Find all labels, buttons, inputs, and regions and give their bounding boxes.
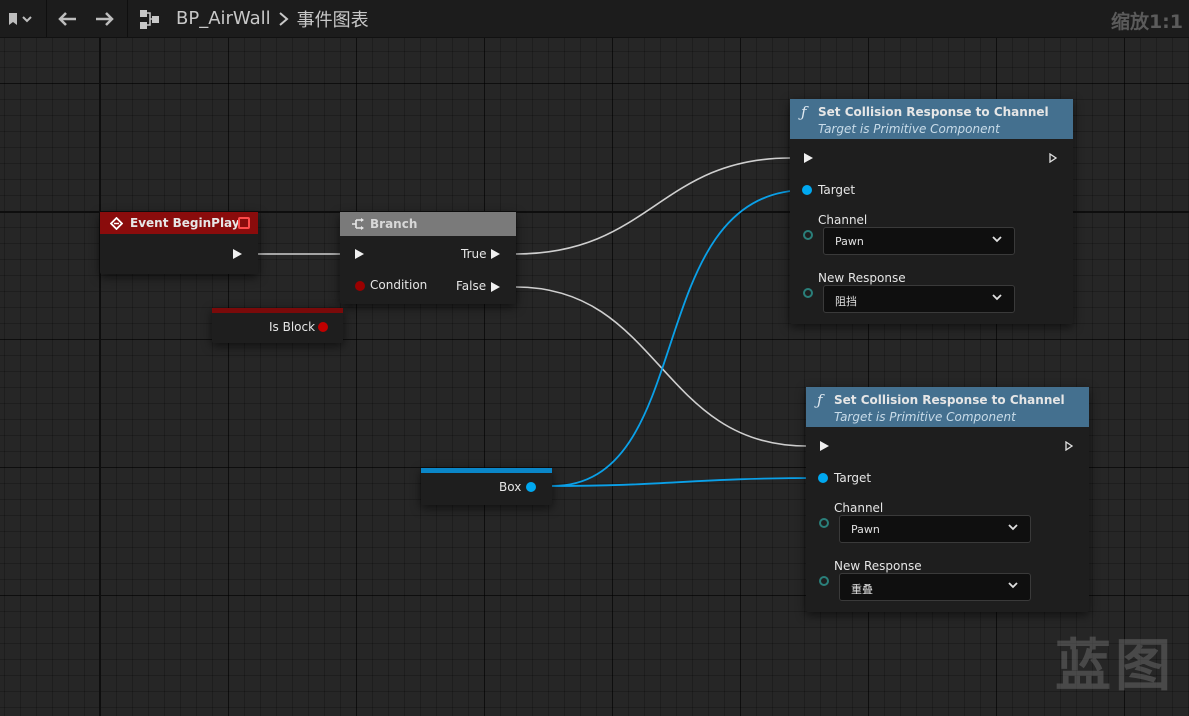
channel-pin-label: Channel xyxy=(818,213,868,227)
chevron-down-icon xyxy=(992,294,1002,301)
is-block-output-pin[interactable] xyxy=(318,322,328,332)
blueprint-watermark: 蓝图 xyxy=(1055,634,1175,699)
new-response-input-pin[interactable] xyxy=(803,288,813,298)
true-exec-output-pin[interactable] xyxy=(491,249,500,259)
delegate-pin-icon[interactable] xyxy=(238,217,250,229)
chevron-down-icon xyxy=(1008,524,1018,531)
exec-input-pin[interactable] xyxy=(355,249,364,259)
box-output-pin[interactable] xyxy=(526,482,536,492)
new-response-dropdown[interactable]: 重叠 xyxy=(839,573,1031,601)
new-response-pin-label: New Response xyxy=(818,271,906,285)
event-beginplay-node[interactable]: Event BeginPlay xyxy=(100,212,258,274)
channel-pin-label: Channel xyxy=(834,501,884,515)
node-subtitle: Target is Primitive Component xyxy=(834,410,1016,424)
channel-input-pin[interactable] xyxy=(819,518,829,528)
target-input-pin[interactable] xyxy=(818,473,828,483)
node-title: Set Collision Response to Channel xyxy=(834,393,1065,407)
variable-label: Is Block xyxy=(269,320,316,334)
set-collision-response-node-1[interactable]: ƒ Set Collision Response to Channel Targ… xyxy=(790,99,1073,324)
exec-wire-false-to-set-collision-2 xyxy=(515,286,807,447)
exec-input-pin[interactable] xyxy=(804,153,813,163)
target-pin-label: Target xyxy=(834,471,872,485)
exec-output-pin[interactable] xyxy=(1049,153,1057,163)
exec-input-pin[interactable] xyxy=(820,441,829,451)
function-icon: ƒ xyxy=(801,103,807,121)
channel-value: Pawn xyxy=(835,235,864,248)
new-response-value: 阻挡 xyxy=(835,295,857,308)
new-response-dropdown[interactable]: 阻挡 xyxy=(823,285,1015,313)
false-pin-label: False xyxy=(456,279,487,293)
set-collision-response-node-2[interactable]: ƒ Set Collision Response to Channel Targ… xyxy=(806,387,1089,612)
object-wire-box-to-target-2 xyxy=(551,477,823,487)
target-input-pin[interactable] xyxy=(802,185,812,195)
variable-label: Box xyxy=(499,480,522,494)
condition-pin-label: Condition xyxy=(370,278,428,292)
new-response-value: 重叠 xyxy=(851,583,873,596)
node-title: Branch xyxy=(370,217,418,231)
chevron-down-icon xyxy=(992,236,1002,243)
exec-output-pin[interactable] xyxy=(1065,441,1073,451)
condition-input-pin[interactable] xyxy=(355,281,365,291)
new-response-input-pin[interactable] xyxy=(819,576,829,586)
false-exec-output-pin[interactable] xyxy=(491,282,500,292)
function-icon: ƒ xyxy=(817,391,823,409)
new-response-pin-label: New Response xyxy=(834,559,922,573)
node-title: Event BeginPlay xyxy=(130,216,240,230)
channel-value: Pawn xyxy=(851,523,880,536)
node-title: Set Collision Response to Channel xyxy=(818,105,1049,119)
chevron-down-icon xyxy=(1008,582,1018,589)
exec-output-pin[interactable] xyxy=(233,249,242,259)
event-diamond-icon xyxy=(110,217,123,230)
channel-dropdown[interactable]: Pawn xyxy=(839,515,1031,543)
branch-node[interactable]: Branch True Condition False xyxy=(340,212,516,304)
channel-dropdown[interactable]: Pawn xyxy=(823,227,1015,255)
box-variable-node[interactable]: Box xyxy=(421,468,552,505)
variable-type-stripe xyxy=(421,468,552,473)
branch-icon xyxy=(352,218,364,230)
true-pin-label: True xyxy=(461,247,487,261)
target-pin-label: Target xyxy=(818,183,856,197)
channel-input-pin[interactable] xyxy=(803,230,813,240)
node-subtitle: Target is Primitive Component xyxy=(818,122,1000,136)
is-block-variable-node[interactable]: Is Block xyxy=(212,308,343,343)
variable-type-stripe xyxy=(212,308,343,313)
node-header xyxy=(340,212,516,236)
